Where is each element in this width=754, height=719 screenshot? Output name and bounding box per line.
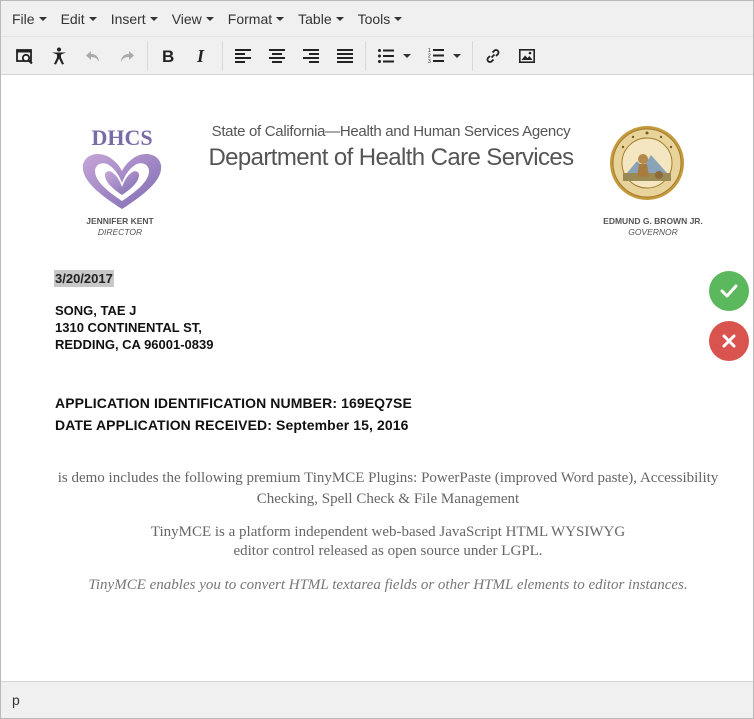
paragraph-convert: TinyMCE enables you to convert HTML text… — [88, 577, 688, 593]
chevron-down-icon — [276, 16, 285, 21]
chevron-down-icon — [452, 53, 461, 58]
address-line: SONG, TAE J — [55, 303, 137, 318]
paragraph-plugins-line1: is demo includes the following premium T… — [57, 470, 719, 486]
accessibility-button[interactable] — [42, 41, 76, 71]
director-title: DIRECTOR — [97, 227, 143, 237]
image-icon — [519, 48, 535, 63]
toolbar-group-lists: 123 — [366, 40, 473, 71]
menu-file[interactable]: File — [5, 4, 54, 34]
paragraph-tinymce-line2: editor control released as open source u… — [233, 543, 543, 559]
statusbar: p — [1, 681, 753, 718]
chevron-down-icon — [402, 53, 411, 58]
bullet-list-button[interactable] — [369, 41, 419, 71]
chevron-down-icon — [38, 16, 47, 21]
link-icon — [486, 48, 500, 63]
dhcs-logo: DHCS — [77, 125, 167, 209]
chevron-down-icon — [205, 16, 214, 21]
align-center-icon — [269, 48, 285, 63]
dhcs-logo-text: DHCS — [91, 125, 153, 150]
justify-button[interactable] — [328, 41, 362, 71]
align-left-button[interactable] — [226, 41, 260, 71]
preview-button[interactable] — [8, 41, 42, 71]
menu-table-label: Table — [298, 10, 332, 27]
undo-button[interactable] — [76, 41, 110, 71]
italic-icon: I — [196, 48, 205, 64]
image-button[interactable] — [510, 41, 544, 71]
italic-button[interactable]: I — [185, 41, 219, 71]
menu-table[interactable]: Table — [291, 4, 350, 34]
bold-icon: B — [162, 48, 174, 64]
chevron-down-icon — [394, 16, 403, 21]
menu-tools[interactable]: Tools — [351, 4, 410, 34]
numbered-list-button[interactable]: 123 — [419, 41, 469, 71]
chevron-down-icon — [149, 16, 158, 21]
california-seal-icon — [610, 126, 684, 200]
element-path[interactable]: p — [12, 692, 20, 708]
link-button[interactable] — [476, 41, 510, 71]
check-icon — [720, 284, 738, 298]
menu-view-label: View — [171, 10, 202, 27]
director-name: JENNIFER KENT — [86, 216, 154, 226]
chevron-down-icon — [335, 16, 344, 21]
bullet-list-icon — [377, 48, 394, 63]
menu-view[interactable]: View — [165, 4, 221, 34]
governor-title: GOVERNOR — [628, 227, 678, 237]
paragraph-plugins-line2: Checking, Spell Check & File Management — [256, 491, 520, 507]
align-right-button[interactable] — [294, 41, 328, 71]
menu-format[interactable]: Format — [221, 4, 291, 34]
close-icon — [722, 334, 736, 348]
date-received-line: DATE APPLICATION RECEIVED: September 15,… — [55, 417, 409, 433]
menu-tools-label: Tools — [357, 10, 391, 27]
governor-name: EDMUND G. BROWN JR. — [603, 216, 703, 226]
menubar: File Edit Insert View Format Table Tools — [1, 1, 753, 37]
toolbar-group-format: B I — [148, 40, 223, 71]
tinymce-editor: File Edit Insert View Format Table Tools… — [0, 0, 754, 719]
reject-button[interactable] — [709, 321, 749, 361]
redo-icon — [121, 50, 134, 62]
svg-text:I: I — [196, 48, 205, 64]
address-line: REDDING, CA 96001-0839 — [55, 337, 214, 352]
menu-edit-label: Edit — [60, 10, 85, 27]
preview-icon — [16, 48, 33, 64]
align-center-button[interactable] — [260, 41, 294, 71]
toolbar-group-tools — [5, 40, 148, 71]
menu-insert[interactable]: Insert — [104, 4, 165, 34]
menu-edit[interactable]: Edit — [54, 4, 104, 34]
svg-text:3: 3 — [428, 59, 431, 63]
department-name: Department of Health Care Services — [208, 144, 574, 171]
toolbar-group-insert — [473, 41, 547, 71]
numbered-list-icon: 123 — [428, 48, 444, 63]
letter-date: 3/20/2017 — [54, 270, 114, 287]
toolbar-group-align — [223, 40, 366, 71]
svg-text:B: B — [162, 48, 174, 64]
address-line: 1310 CONTINENTAL ST, — [55, 320, 202, 335]
heart-hands-icon — [82, 153, 162, 209]
accept-button[interactable] — [709, 271, 749, 311]
align-right-icon — [303, 48, 319, 63]
agency-name: State of California—Health and Human Ser… — [211, 123, 571, 140]
toolbar: B I 123 — [1, 37, 753, 75]
menu-file-label: File — [12, 10, 35, 27]
menu-insert-label: Insert — [110, 10, 146, 27]
menu-format-label: Format — [227, 10, 273, 27]
justify-icon — [337, 48, 353, 63]
align-left-icon — [235, 48, 251, 63]
paragraph-tinymce-line1: TinyMCE is a platform independent web-ba… — [150, 524, 626, 540]
redo-button[interactable] — [110, 41, 144, 71]
application-id-line: APPLICATION IDENTIFICATION NUMBER: 169EQ… — [55, 395, 412, 411]
chevron-down-icon — [88, 16, 97, 21]
undo-icon — [86, 50, 99, 62]
editor-content[interactable]: DHCS JENNIFER KENT DIRECTOR State of Cal… — [1, 75, 753, 681]
accessibility-icon — [52, 47, 66, 64]
bold-button[interactable]: B — [151, 41, 185, 71]
